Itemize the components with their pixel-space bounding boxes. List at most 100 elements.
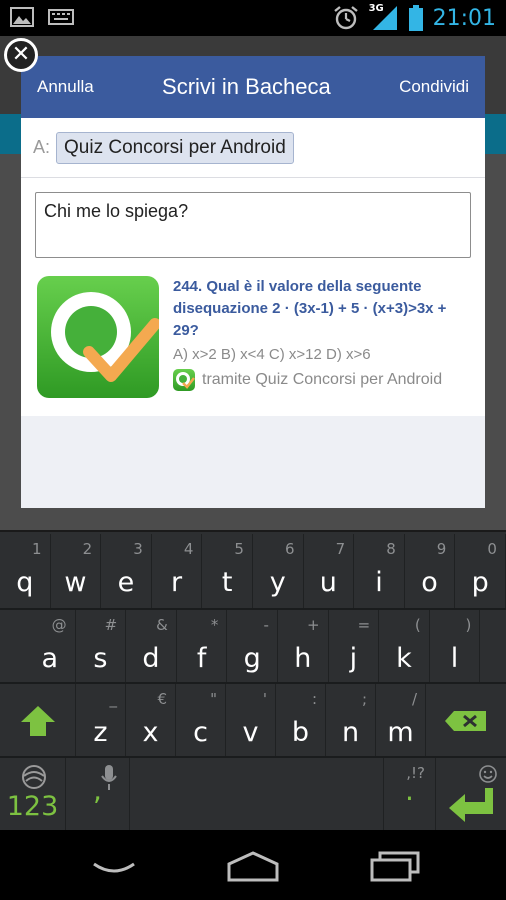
key-l[interactable]: ) l xyxy=(430,610,481,684)
key-alt-label: 9 xyxy=(436,540,447,558)
key-alt-label: 8 xyxy=(386,540,396,558)
key-g[interactable]: -g xyxy=(227,610,278,684)
comma-key[interactable]: , xyxy=(66,758,130,832)
key-d[interactable]: & d xyxy=(126,610,177,684)
key-t[interactable]: 5t xyxy=(202,534,253,608)
key-alt-label: _ xyxy=(109,690,118,708)
key-i[interactable]: 8i xyxy=(354,534,405,608)
key-main-label: r xyxy=(171,567,183,598)
smiley-icon xyxy=(479,765,497,783)
recipient-row[interactable]: A: Quiz Concorsi per Android xyxy=(21,118,485,178)
key-alt-label: = xyxy=(357,616,371,634)
key-main-label: c xyxy=(193,717,208,748)
link-attachment: 244. Qual è il valore della seguente dis… xyxy=(35,276,471,398)
key-alt-label: 7 xyxy=(335,540,346,558)
key-alt-label: ; xyxy=(361,690,367,708)
key-alt-label: : xyxy=(311,690,317,708)
keyboard-row-3: _ z € x " c ' v: b; n / m xyxy=(0,684,506,758)
key-w[interactable]: 2w xyxy=(51,534,102,608)
key-alt-label: 5 xyxy=(234,540,244,558)
share-button[interactable]: Condividi xyxy=(399,77,469,97)
key-alt-label: € xyxy=(157,690,167,708)
post-content: Chi me lo spiega? 244. Qual è il valore … xyxy=(21,178,485,416)
enter-key[interactable] xyxy=(436,758,506,832)
keyboard-row-2: @ a # s & d * f - g + h = j(k) l xyxy=(0,610,506,684)
cancel-button[interactable]: Annulla xyxy=(37,77,94,97)
key-alt-label: @ xyxy=(51,616,67,634)
key-alt-label: 3 xyxy=(133,540,143,558)
key-x[interactable]: € x xyxy=(126,684,176,758)
period-key[interactable]: ,!? . xyxy=(384,758,436,832)
recipient-label: A: xyxy=(33,137,51,157)
key-r[interactable]: 4r xyxy=(152,534,203,608)
key-j[interactable]: = j xyxy=(329,610,380,684)
message-input[interactable]: Chi me lo spiega? xyxy=(35,192,471,258)
clock: 21:01 xyxy=(432,5,496,31)
key-main-label: l xyxy=(450,643,459,674)
key-q[interactable]: 1q xyxy=(0,534,51,608)
alarm-icon xyxy=(333,6,358,30)
key-a[interactable]: @ a xyxy=(25,610,76,684)
key-main-label: g xyxy=(243,643,261,674)
key-main-label: v xyxy=(242,717,259,748)
key-main-label: i xyxy=(375,567,383,598)
key-alt-label: ) xyxy=(465,616,472,634)
dialog-footer xyxy=(21,416,485,508)
key-main-label: f xyxy=(196,643,207,674)
attachment-title[interactable]: 244. Qual è il valore della seguente dis… xyxy=(173,276,471,342)
share-dialog: Annulla Scrivi in Bacheca Condividi A: Q… xyxy=(21,56,485,508)
shift-key[interactable] xyxy=(0,684,76,758)
soft-keyboard: 1q2w3e4r5t6y7u8i9o0p @ a # s & d * f - g + h = j(k) l … xyxy=(0,530,506,832)
key-h[interactable]: + h xyxy=(278,610,329,684)
key-main-label: p xyxy=(471,567,489,598)
key-alt-label: 4 xyxy=(183,540,194,558)
key-main-label: e xyxy=(117,567,135,598)
close-dialog-button[interactable]: ✕ xyxy=(4,38,38,72)
key-main-label: t xyxy=(221,567,233,598)
key-main-label: x xyxy=(142,717,159,748)
space-key[interactable] xyxy=(130,758,384,832)
home-icon[interactable] xyxy=(225,850,281,882)
key-main-label: m xyxy=(387,717,414,748)
swype-logo-icon xyxy=(22,765,46,789)
backspace-icon xyxy=(445,711,486,731)
key-alt-label: 6 xyxy=(285,540,295,558)
key-alt-label: & xyxy=(156,616,168,634)
key-e[interactable]: 3e xyxy=(101,534,152,608)
attachment-via-text: tramite Quiz Concorsi per Android xyxy=(202,371,443,388)
key-alt-label: + xyxy=(306,616,320,634)
close-icon: ✕ xyxy=(11,42,31,67)
key-p[interactable]: 0p xyxy=(455,534,506,608)
key-main-label: d xyxy=(142,643,160,674)
key-alt-label: - xyxy=(263,616,269,634)
key-y[interactable]: 6y xyxy=(253,534,304,608)
key-alt-label: / xyxy=(411,690,417,708)
battery-icon xyxy=(408,5,423,31)
key-c[interactable]: " c xyxy=(176,684,226,758)
key-main-label: y xyxy=(269,567,286,598)
key-v[interactable]: ' v xyxy=(226,684,276,758)
symbols-key[interactable]: 123 xyxy=(0,758,66,832)
quiz-app-small-icon xyxy=(173,369,195,391)
key-f[interactable]: * f xyxy=(177,610,228,684)
key-m[interactable]: / m xyxy=(376,684,426,758)
key-o[interactable]: 9o xyxy=(405,534,456,608)
key-n[interactable]: ; n xyxy=(326,684,376,758)
key-z[interactable]: _ z xyxy=(76,684,126,758)
navigation-bar xyxy=(0,830,506,900)
back-icon[interactable] xyxy=(90,858,138,882)
key-main-label: q xyxy=(16,567,34,598)
key-k[interactable]: (k xyxy=(379,610,430,684)
key-u[interactable]: 7u xyxy=(304,534,355,608)
recipient-chip[interactable]: Quiz Concorsi per Android xyxy=(56,131,294,164)
key-b[interactable]: :b xyxy=(276,684,326,758)
backspace-key[interactable] xyxy=(426,684,506,758)
key-main-label: k xyxy=(396,643,412,674)
recent-apps-icon[interactable] xyxy=(370,850,420,882)
dialog-title: Scrivi in Bacheca xyxy=(162,74,331,99)
gallery-icon xyxy=(10,7,34,27)
key-main-label: o xyxy=(421,567,438,598)
key-s[interactable]: # s xyxy=(76,610,127,684)
key-alt-label: " xyxy=(210,690,217,708)
key-main-label: z xyxy=(93,717,108,748)
